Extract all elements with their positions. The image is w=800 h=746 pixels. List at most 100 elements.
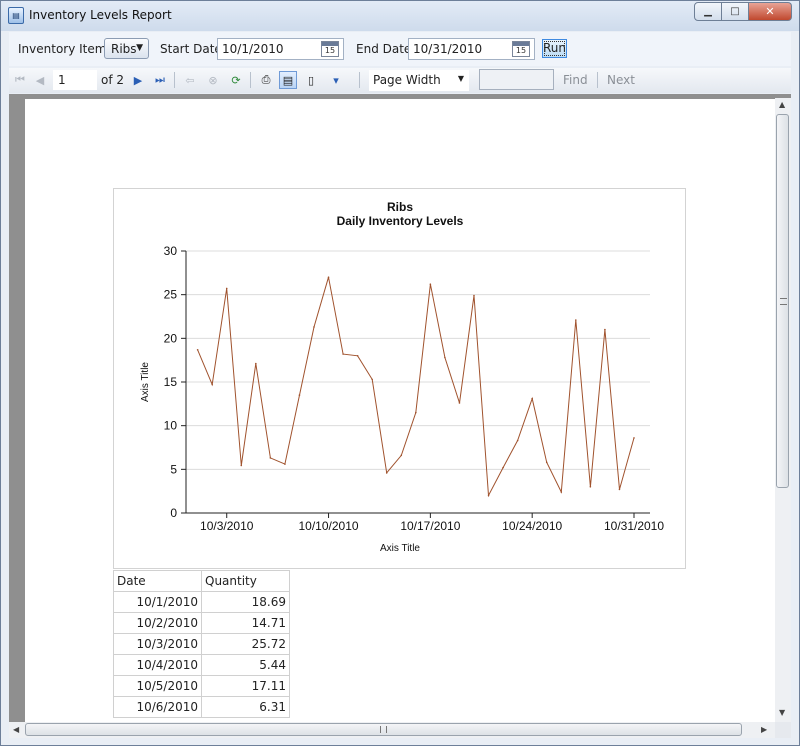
print-icon[interactable]: ⎙ xyxy=(257,71,275,89)
x-tick-label: 10/3/2010 xyxy=(200,519,254,533)
title-bar[interactable]: ▤ Inventory Levels Report ▁ □ ✕ xyxy=(1,1,799,31)
inventory-item-select[interactable]: Ribs ▼ xyxy=(104,38,149,59)
page-setup-icon[interactable]: ▯ xyxy=(302,71,320,89)
find-input[interactable] xyxy=(479,69,554,90)
grip-icon xyxy=(380,726,387,733)
date-cell: 10/3/2010 xyxy=(113,633,202,655)
scroll-down-icon[interactable]: ▼ xyxy=(779,708,785,717)
next-page-icon[interactable]: ▶ xyxy=(129,71,147,89)
back-icon[interactable]: ⇦ xyxy=(181,71,199,89)
calendar-icon[interactable]: 15 xyxy=(512,41,530,57)
date-cell: 10/5/2010 xyxy=(113,675,202,697)
end-date-picker[interactable]: 10/31/2010 15 xyxy=(408,38,535,60)
find-link[interactable]: Find xyxy=(563,73,588,87)
start-date-picker[interactable]: 10/1/2010 15 xyxy=(217,38,344,60)
last-page-icon[interactable]: ⏭ xyxy=(151,71,169,89)
date-cell: 10/6/2010 xyxy=(113,696,202,718)
x-tick-label: 10/31/2010 xyxy=(604,519,664,533)
previous-page-icon[interactable]: ◀ xyxy=(31,71,49,89)
date-cell: 10/4/2010 xyxy=(113,654,202,676)
quantity-cell: 17.11 xyxy=(201,675,290,697)
quantity-cell: 6.31 xyxy=(201,696,290,718)
scroll-up-icon[interactable]: ▲ xyxy=(779,100,785,109)
data-point xyxy=(255,362,257,365)
quantity-cell: 25.72 xyxy=(201,633,290,655)
table-row: 10/3/2010 25.72 xyxy=(113,633,290,655)
data-point xyxy=(211,383,213,386)
zoom-value: Page Width xyxy=(373,73,441,87)
next-link[interactable]: Next xyxy=(607,73,635,87)
chart-title: Ribs xyxy=(387,200,413,214)
scroll-left-icon[interactable]: ◀ xyxy=(13,725,19,734)
data-point xyxy=(385,472,388,474)
report-toolbar: ⏮ ◀ 1 of 2 ▶ ⏭ ⇦ ⊗ ⟳ ⎙ ▤ ▯ ▾ Page Width … xyxy=(9,68,791,93)
refresh-icon[interactable]: ⟳ xyxy=(227,71,245,89)
horizontal-scroll-thumb[interactable] xyxy=(25,723,742,736)
y-tick-label: 30 xyxy=(164,244,178,258)
vertical-scrollbar[interactable]: ▲ ▼ xyxy=(775,98,791,722)
date-cell: 10/2/2010 xyxy=(113,612,202,634)
y-tick-label: 0 xyxy=(170,506,177,520)
data-point xyxy=(575,319,577,321)
page-of-text: of xyxy=(101,73,113,87)
data-point xyxy=(415,411,417,414)
y-tick-label: 5 xyxy=(170,462,177,476)
end-date-value: 10/31/2010 xyxy=(413,42,483,56)
inventory-item-value: Ribs xyxy=(111,42,137,56)
series-line-ribs xyxy=(197,277,635,498)
export-icon[interactable]: ▾ xyxy=(327,71,345,89)
data-point xyxy=(371,378,373,381)
report-window: ▤ Inventory Levels Report ▁ □ ✕ Inventor… xyxy=(0,0,800,746)
minimize-button[interactable]: ▁ xyxy=(694,2,722,21)
vertical-scroll-thumb[interactable] xyxy=(776,114,789,488)
run-button[interactable]: Run xyxy=(542,39,567,58)
inventory-item-label: Inventory Item: xyxy=(18,42,111,56)
data-point xyxy=(429,283,432,285)
minimize-icon: ▁ xyxy=(704,6,712,17)
zoom-select[interactable]: Page Width ▼ xyxy=(369,70,469,91)
maximize-button[interactable]: □ xyxy=(722,2,749,21)
grip-icon xyxy=(780,298,787,305)
page-total: 2 xyxy=(116,73,125,87)
toolbar-separator xyxy=(597,72,598,88)
horizontal-scrollbar[interactable]: ◀ ▶ xyxy=(9,722,775,738)
y-tick-label: 10 xyxy=(164,419,178,433)
table-row: 10/6/2010 6.31 xyxy=(113,696,290,718)
page-number-input[interactable]: 1 xyxy=(53,70,97,90)
first-page-icon[interactable]: ⏮ xyxy=(11,71,29,89)
data-point xyxy=(400,454,403,457)
dropdown-arrow-icon: ▼ xyxy=(457,74,464,83)
data-point xyxy=(284,463,286,465)
print-layout-icon[interactable]: ▤ xyxy=(279,71,297,89)
data-point xyxy=(516,439,519,442)
window-controls: ▁ □ ✕ xyxy=(694,2,792,21)
stop-icon[interactable]: ⊗ xyxy=(204,71,222,89)
toolbar-separator xyxy=(250,72,251,88)
parameters-bar: Inventory Item: Ribs ▼ Start Date 10/1/2… xyxy=(9,32,791,66)
data-point xyxy=(196,348,199,351)
quantity-cell: 5.44 xyxy=(201,654,290,676)
table-header-row: Date Quantity xyxy=(113,570,290,592)
data-point xyxy=(502,466,504,469)
start-date-value: 10/1/2010 xyxy=(222,42,284,56)
maximize-icon: □ xyxy=(730,6,740,17)
close-button[interactable]: ✕ xyxy=(749,2,792,21)
x-tick-label: 10/17/2010 xyxy=(400,519,460,533)
quantity-column-header: Quantity xyxy=(201,570,290,592)
quantity-cell: 14.71 xyxy=(201,612,290,634)
table-row: 10/5/2010 17.11 xyxy=(113,675,290,697)
data-point xyxy=(545,461,548,464)
calendar-icon[interactable]: 15 xyxy=(321,41,339,57)
data-point xyxy=(531,397,533,400)
y-tick-label: 15 xyxy=(164,375,178,389)
close-icon: ✕ xyxy=(765,5,775,18)
scroll-right-icon[interactable]: ▶ xyxy=(761,725,767,734)
scroll-corner xyxy=(775,722,791,738)
chart-area: 0 5 10 15 20 25 30 10/3/2010 10/10/2010 10/17/20… xyxy=(113,188,686,569)
data-point xyxy=(356,355,359,357)
data-point xyxy=(313,326,315,328)
y-axis-title: Axis Title xyxy=(140,362,151,402)
data-point xyxy=(269,457,272,459)
data-point xyxy=(473,294,475,297)
quantity-cell: 18.69 xyxy=(201,591,290,613)
